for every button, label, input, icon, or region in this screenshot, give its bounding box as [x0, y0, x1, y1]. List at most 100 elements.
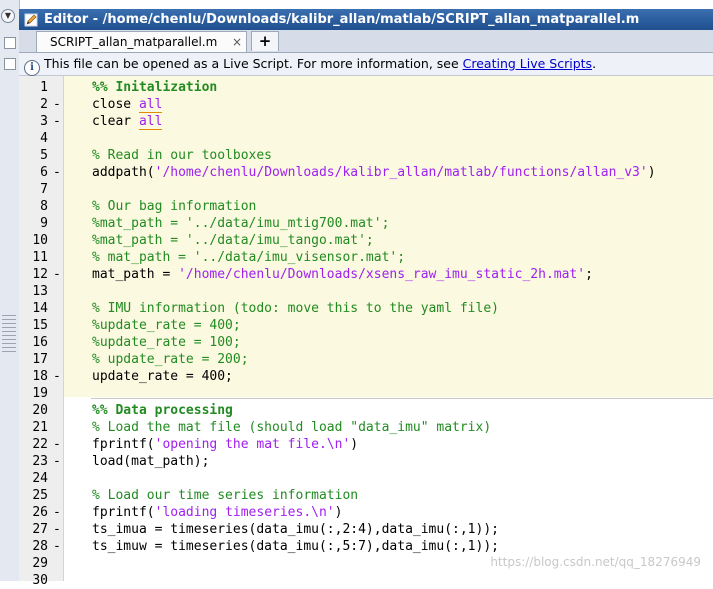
window-title: Editor - /home/chenlu/Downloads/kalibr_a…	[44, 12, 640, 27]
code-line[interactable]: 22- fprintf('opening the mat file.\n')	[19, 436, 713, 453]
info-icon: i	[24, 60, 40, 76]
code-token: )	[334, 505, 343, 520]
breakpoint-marker[interactable]: -	[53, 436, 61, 453]
code-text: % mat_path = '../data/imu_visensor.mat';	[92, 249, 405, 266]
collapse-arrow-icon[interactable]: ▼	[1, 9, 15, 23]
line-number: 2	[40, 97, 48, 112]
code-line[interactable]: 15 %update_rate = 400;	[19, 317, 713, 334]
panel-toggle-icon[interactable]	[4, 37, 16, 49]
code-token: %% Data processing	[92, 403, 233, 418]
code-line[interactable]: 10 %mat_path = '../data/imu_tango.mat';	[19, 232, 713, 249]
code-token: % IMU information (todo: move this to th…	[92, 301, 499, 316]
code-line[interactable]: 4	[19, 130, 713, 147]
code-token: '/home/chenlu/Downloads/xsens_raw_imu_st…	[178, 267, 586, 282]
code-text: load(mat_path);	[92, 453, 209, 470]
breakpoint-marker[interactable]: -	[53, 504, 61, 521]
breakpoint-marker[interactable]: -	[53, 113, 61, 130]
code-token: close	[92, 97, 139, 112]
breakpoint-marker[interactable]: -	[53, 538, 61, 555]
breakpoint-marker[interactable]: -	[53, 521, 61, 538]
code-line[interactable]: 6- addpath('/home/chenlu/Downloads/kalibr…	[19, 164, 713, 181]
editor-window: Editor - /home/chenlu/Downloads/kalibr_a…	[19, 0, 713, 588]
panel-toggle-icon[interactable]	[4, 58, 16, 70]
code-token: % mat_path = '../data/imu_visensor.mat';	[92, 250, 406, 265]
code-token: clear	[92, 114, 139, 129]
breakpoint-marker[interactable]: -	[53, 453, 61, 470]
code-text: ts_imuw = timeseries(data_imu(:,5:7),dat…	[92, 538, 499, 555]
code-text: fprintf('opening the mat file.\n')	[92, 436, 358, 453]
code-line[interactable]: 14 % IMU information (todo: move this to …	[19, 300, 713, 317]
code-text: % update_rate = 200;	[92, 351, 249, 368]
code-line[interactable]: 5 % Read in our toolboxes	[19, 147, 713, 164]
tab-script-file[interactable]: SCRIPT_allan_matparallel.m ×	[36, 31, 247, 52]
code-token: %update_rate = 100;	[92, 335, 241, 350]
line-number: 8	[40, 199, 48, 214]
line-number: 9	[40, 216, 48, 231]
resize-grip[interactable]	[2, 315, 16, 355]
code-editor[interactable]: 1%% Initalization 2- close all 3- clear all 4…	[19, 76, 713, 588]
code-line[interactable]: 12- mat_path = '/home/chenlu/Downloads/xs…	[19, 266, 713, 283]
breakpoint-marker[interactable]: -	[53, 368, 61, 385]
code-text: fprintf('loading timeseries.\n')	[92, 504, 342, 521]
code-line[interactable]: 19	[19, 385, 713, 402]
code-line[interactable]: 11 % mat_path = '../data/imu_visensor.mat…	[19, 249, 713, 266]
line-number: 6	[40, 165, 48, 180]
editor-pencil-icon	[24, 13, 38, 26]
infobar-end: .	[592, 56, 597, 71]
code-text: update_rate = 400;	[92, 368, 233, 385]
code-token: all	[138, 97, 163, 113]
code-token: addpath(	[92, 165, 155, 180]
editor-titlebar[interactable]: Editor - /home/chenlu/Downloads/kalibr_a…	[19, 9, 713, 30]
new-tab-button[interactable]: +	[251, 31, 279, 51]
breakpoint-marker[interactable]: -	[53, 96, 61, 113]
code-text: %% Data processing	[92, 402, 233, 419]
code-line[interactable]: 3- clear all	[19, 113, 713, 130]
code-line[interactable]: 24	[19, 470, 713, 487]
code-line[interactable]: 1 %% Initalization	[19, 79, 713, 96]
code-text: % IMU information (todo: move this to th…	[92, 300, 499, 317]
tab-close-icon[interactable]: ×	[232, 32, 242, 52]
code-token: fprintf(	[92, 505, 155, 520]
code-token: mat_path =	[92, 267, 179, 282]
code-line[interactable]: 16 %update_rate = 100;	[19, 334, 713, 351]
line-number: 15	[32, 318, 48, 333]
code-line[interactable]: 13	[19, 283, 713, 300]
code-text: % Our bag information	[92, 198, 256, 215]
line-number: 13	[32, 284, 48, 299]
line-number: 17	[32, 352, 48, 367]
code-token: %update_rate = 400;	[92, 318, 241, 333]
code-line[interactable]: 21 % Load the mat file (should load "data…	[19, 419, 713, 436]
code-token: % update_rate = 200;	[92, 352, 249, 367]
code-line[interactable]: 28- ts_imuw = timeseries(data_imu(:,5:7),…	[19, 538, 713, 555]
code-line[interactable]: 23- load(mat_path);	[19, 453, 713, 470]
code-line[interactable]: 8 % Our bag information	[19, 198, 713, 215]
code-token: %mat_path = '../data/imu_tango.mat';	[92, 233, 374, 248]
file-tab-bar: SCRIPT_allan_matparallel.m × +	[19, 30, 713, 53]
code-token: 'loading timeseries.\n'	[154, 505, 335, 520]
code-text: % Load our time series information	[92, 487, 358, 504]
tab-label: SCRIPT_allan_matparallel.m	[50, 35, 218, 49]
breakpoint-marker[interactable]: -	[53, 266, 61, 283]
code-text: %update_rate = 400;	[92, 317, 241, 334]
breakpoint-marker[interactable]: -	[53, 164, 61, 181]
code-line[interactable]: 20 %% Data processing	[19, 402, 713, 419]
code-token: %mat_path = '../data/imu_mtig700.mat';	[92, 216, 390, 231]
code-line[interactable]: 25 % Load our time series information	[19, 487, 713, 504]
line-number: 16	[32, 335, 48, 350]
code-line[interactable]: 18- update_rate = 400;	[19, 368, 713, 385]
line-number: 14	[32, 301, 48, 316]
code-line[interactable]: 9 %mat_path = '../data/imu_mtig700.mat';	[19, 215, 713, 232]
code-token: 'opening the mat file.\n'	[154, 437, 351, 452]
code-text: mat_path = '/home/chenlu/Downloads/xsens…	[92, 266, 593, 283]
code-token: ;	[585, 267, 593, 282]
code-token: % Load our time series information	[92, 488, 359, 503]
creating-live-scripts-link[interactable]: Creating Live Scripts	[463, 56, 592, 71]
code-token: update_rate = 400;	[92, 369, 233, 384]
code-line[interactable]: 17 % update_rate = 200;	[19, 351, 713, 368]
code-line[interactable]: 26- fprintf('loading timeseries.\n')	[19, 504, 713, 521]
code-line[interactable]: 2- close all	[19, 96, 713, 113]
code-line[interactable]: 27- ts_imua = timeseries(data_imu(:,2:4),…	[19, 521, 713, 538]
code-line[interactable]: 7	[19, 181, 713, 198]
line-number: 1	[40, 80, 48, 95]
line-number: 22	[32, 437, 48, 452]
